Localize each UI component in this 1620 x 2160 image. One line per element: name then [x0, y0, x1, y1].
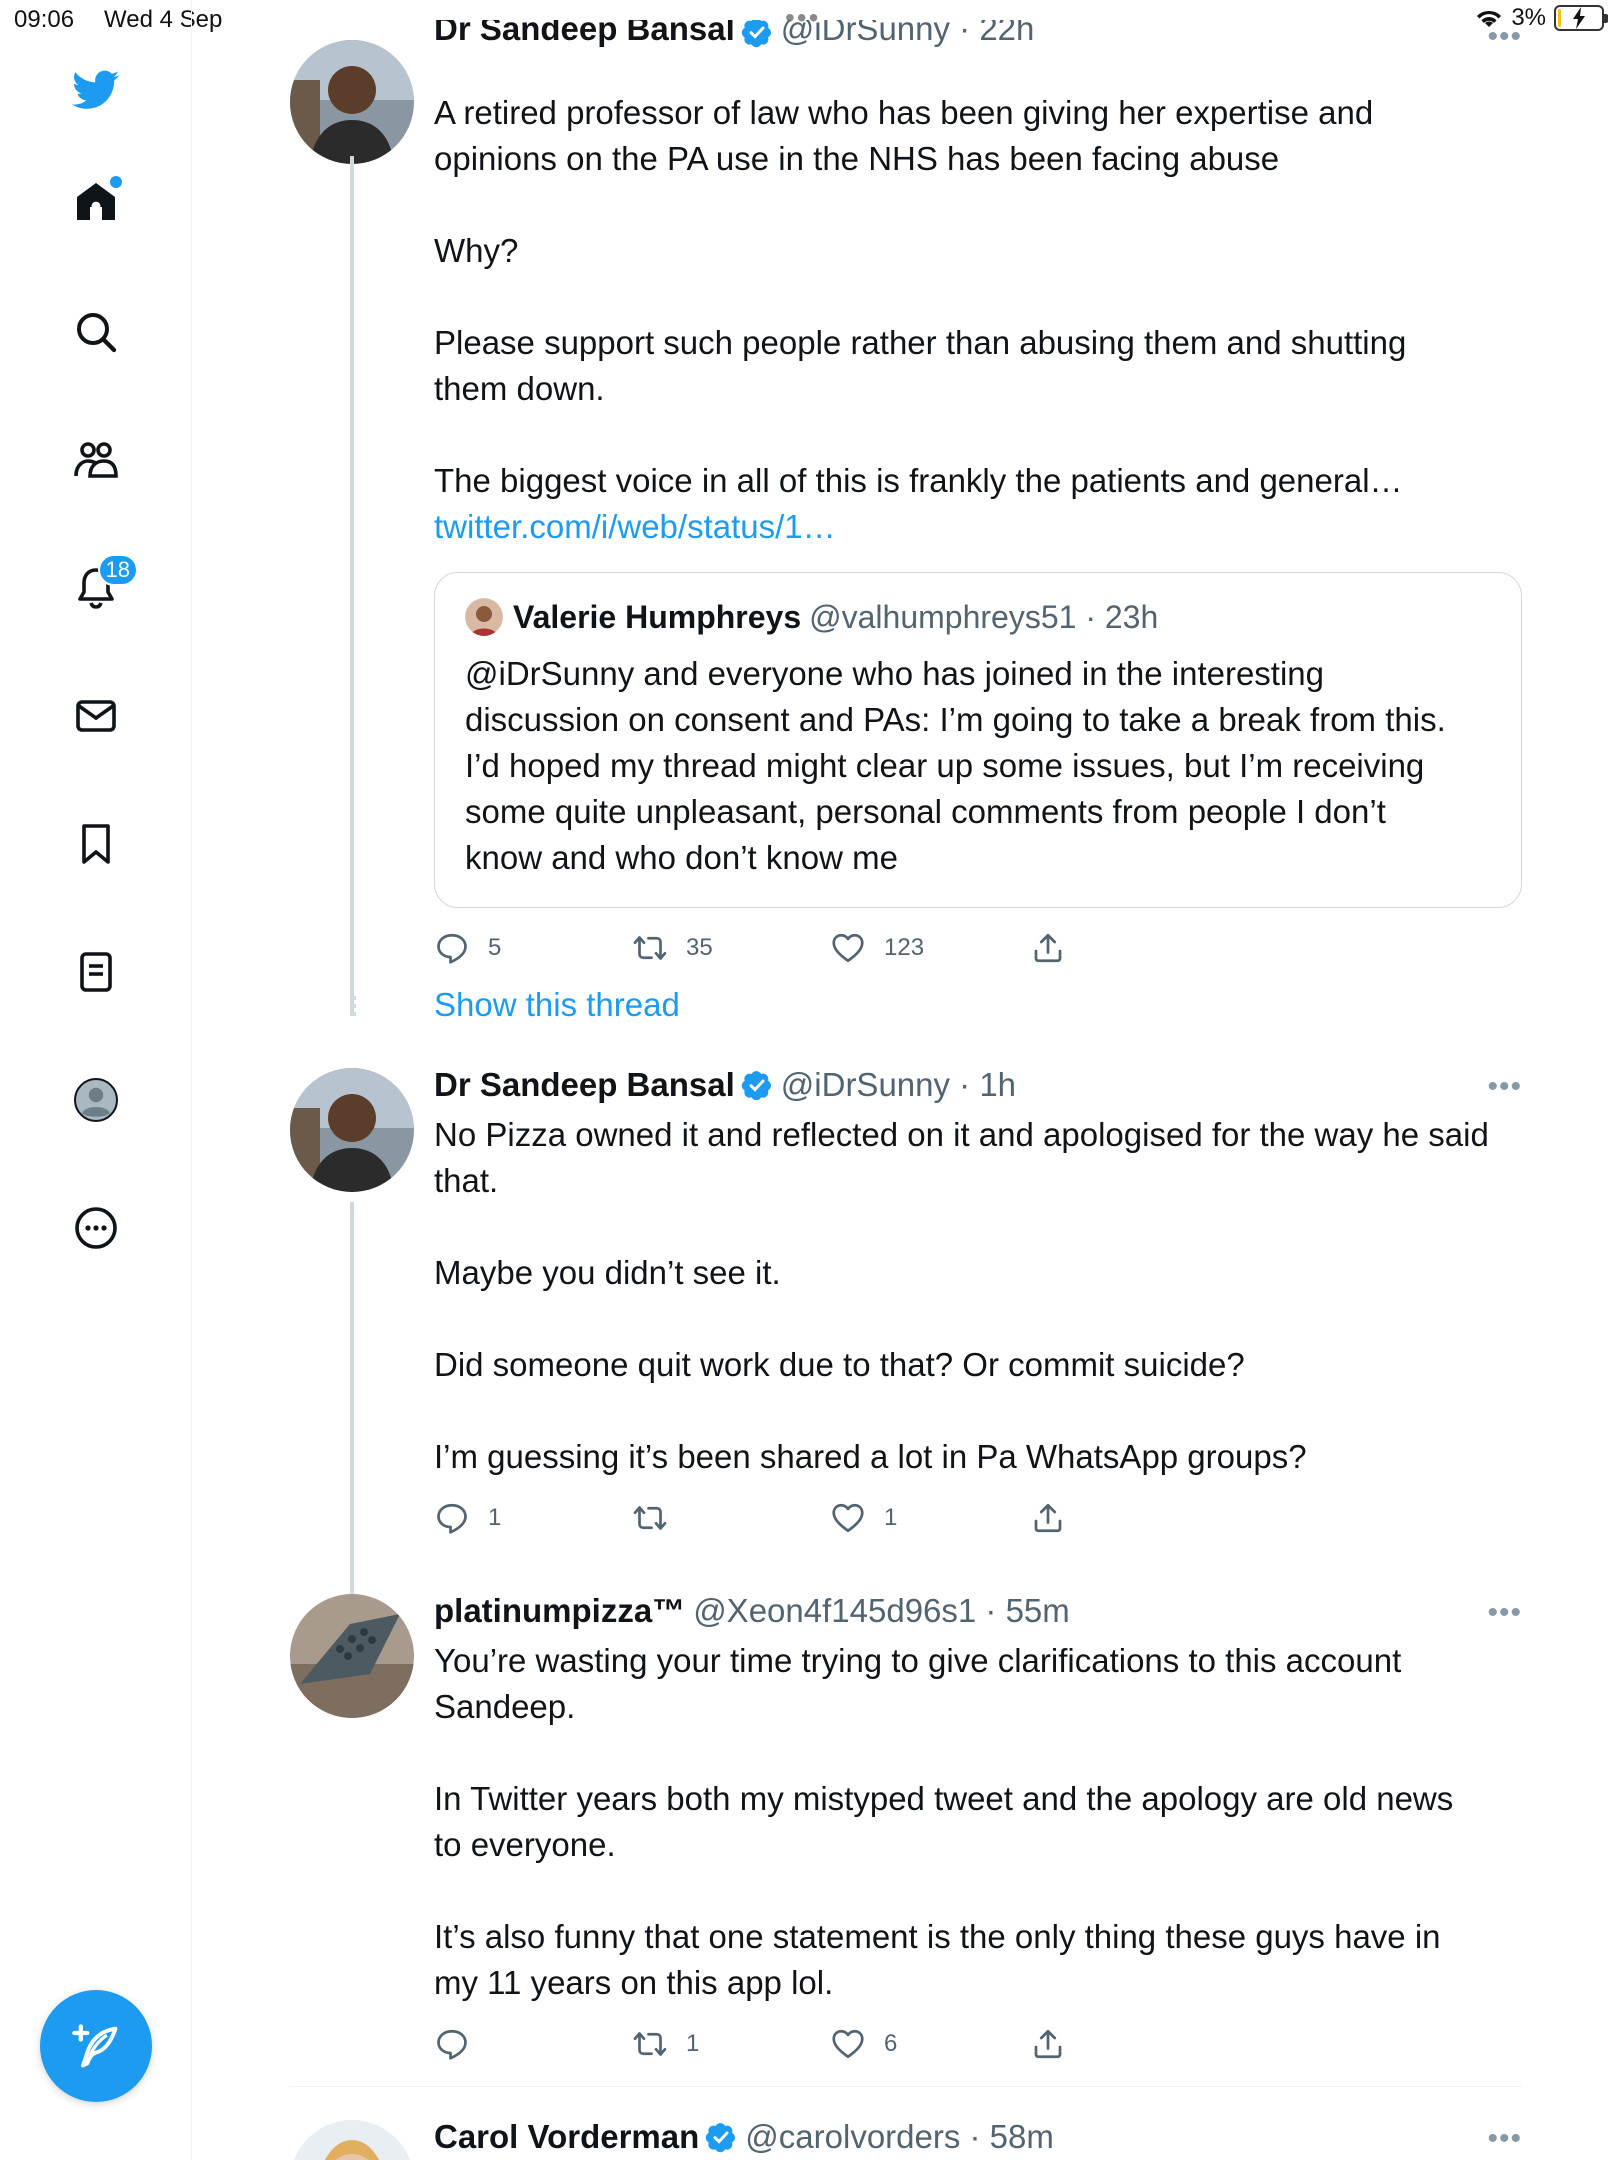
tweet-header: Dr Sandeep Bansal @iDrSunny · 22h: [434, 20, 1522, 48]
author-handle[interactable]: @carolvorders · 58m: [745, 2118, 1054, 2156]
more-options-icon[interactable]: •••: [1487, 20, 1522, 54]
reply-count: 5: [488, 934, 502, 961]
search-icon[interactable]: [56, 292, 136, 372]
share-button[interactable]: [1030, 1500, 1066, 1536]
retweet-icon: [633, 2032, 667, 2056]
thread-dotted-line: [352, 996, 356, 1020]
like-button[interactable]: 1: [830, 1500, 897, 1536]
compose-tweet-button[interactable]: [40, 1990, 152, 2102]
author-name[interactable]: platinumpizza™: [434, 1592, 685, 1630]
avatar[interactable]: [290, 2120, 414, 2160]
more-options-icon[interactable]: •••: [1487, 1070, 1522, 1104]
share-icon: [1034, 1503, 1062, 1533]
communities-icon[interactable]: [56, 420, 136, 500]
reply-count: 1: [488, 1504, 502, 1531]
retweet-count: 1: [686, 2030, 700, 2057]
quote-author-handle: @valhumphreys51 · 23h: [809, 598, 1159, 635]
more-icon[interactable]: [56, 1188, 136, 1268]
more-options-icon[interactable]: •••: [1487, 2122, 1522, 2156]
avatar[interactable]: [290, 1068, 414, 1192]
show-thread-link[interactable]: Show this thread: [434, 986, 680, 1024]
quote-text: @iDrSunny and everyone who has joined in…: [465, 655, 1446, 876]
thread-line: [350, 1202, 354, 1642]
verified-badge-icon: [706, 2123, 736, 2153]
twitter-logo-icon[interactable]: [56, 50, 136, 130]
like-count: 123: [884, 934, 925, 961]
author-name[interactable]: Dr Sandeep Bansal: [434, 1066, 735, 1104]
quote-avatar: [465, 598, 503, 636]
home-icon[interactable]: [56, 162, 136, 242]
verified-badge-icon: [741, 1071, 771, 1101]
tweet-header: Carol Vorderman @carolvorders · 58m: [434, 2114, 1522, 2160]
avatar[interactable]: [290, 1594, 414, 1718]
reply-icon: [437, 933, 467, 964]
tweet-text: You’re wasting your time trying to give …: [434, 1642, 1454, 2001]
quote-header: Valerie Humphreys @valhumphreys51 · 23h: [465, 595, 1491, 639]
quote-author-name: Valerie Humphreys: [513, 598, 802, 635]
reply-button[interactable]: [434, 2026, 488, 2062]
like-button[interactable]: 123: [830, 930, 924, 966]
tweet-text: A retired professor of law who has been …: [434, 94, 1407, 499]
retweet-button[interactable]: 35: [632, 930, 713, 966]
author-name[interactable]: Carol Vorderman: [434, 2118, 699, 2156]
retweet-button[interactable]: 1: [632, 2026, 699, 2062]
heart-icon: [832, 1503, 864, 1533]
home-new-dot: [110, 176, 122, 188]
tweet-divider: [290, 2086, 1522, 2087]
author-handle[interactable]: @Xeon4f145d96s1 · 55m: [693, 1592, 1070, 1630]
author-handle[interactable]: @iDrSunny · 22h: [781, 20, 1035, 48]
reply-button[interactable]: 1: [434, 1500, 501, 1536]
like-count: 1: [884, 1504, 898, 1531]
heart-icon: [832, 933, 864, 963]
verified-badge-icon: [741, 20, 771, 48]
tweet-body: Dr Sandeep Bansal @iDrSunny · 1h ••• No …: [434, 1062, 1522, 1542]
like-button[interactable]: 6: [830, 2026, 897, 2062]
tweet-body: Carol Vorderman @carolvorders · 58m •••: [434, 2114, 1522, 2160]
retweet-icon: [633, 1506, 667, 1530]
quoted-tweet[interactable]: Valerie Humphreys @valhumphreys51 · 23h …: [434, 572, 1522, 908]
author-name[interactable]: Dr Sandeep Bansal: [434, 20, 735, 48]
retweet-count: 35: [686, 934, 713, 961]
author-handle[interactable]: @iDrSunny · 1h: [781, 1066, 1016, 1104]
share-icon: [1034, 2029, 1062, 2059]
messages-icon[interactable]: [56, 676, 136, 756]
bookmarks-icon[interactable]: [56, 804, 136, 884]
reply-icon: [437, 2029, 467, 2060]
notifications-icon[interactable]: 18: [56, 548, 138, 628]
tweet-body: Dr Sandeep Bansal @iDrSunny · 22h ••• A …: [434, 20, 1522, 972]
timeline: Dr Sandeep Bansal @iDrSunny · 22h ••• A …: [192, 0, 1620, 2160]
reply-button[interactable]: 5: [434, 930, 501, 966]
like-count: 6: [884, 2030, 898, 2057]
retweet-button[interactable]: [632, 1500, 686, 1536]
more-options-icon[interactable]: •••: [1487, 1596, 1522, 1630]
tweet-header: Dr Sandeep Bansal @iDrSunny · 1h: [434, 1062, 1522, 1108]
compose-feather-icon: [72, 2024, 118, 2068]
sidebar: 18: [0, 0, 192, 2160]
retweet-icon: [633, 936, 667, 960]
reply-icon: [437, 1503, 467, 1534]
tweet-header: platinumpizza™ @Xeon4f145d96s1 · 55m: [434, 1588, 1522, 1634]
thread-line: [350, 156, 354, 1016]
tweet-actions: 1 1: [434, 1492, 1522, 1542]
tweet-actions: 1 6: [434, 2018, 1522, 2068]
tweet-body: platinumpizza™ @Xeon4f145d96s1 · 55m •••…: [434, 1588, 1522, 2068]
share-button[interactable]: [1030, 930, 1066, 966]
tweet-text: No Pizza owned it and reflected on it an…: [434, 1116, 1489, 1475]
profile-icon[interactable]: [56, 1060, 136, 1140]
avatar[interactable]: [290, 40, 414, 164]
heart-icon: [832, 2029, 864, 2059]
share-button[interactable]: [1030, 2026, 1066, 2062]
share-icon: [1034, 933, 1062, 963]
lists-icon[interactable]: [56, 932, 136, 1012]
tweet-actions: 5 35 123: [434, 922, 1522, 972]
tweet-link[interactable]: twitter.com/i/web/status/1…: [434, 504, 1522, 550]
notification-count-badge: 18: [97, 554, 138, 586]
